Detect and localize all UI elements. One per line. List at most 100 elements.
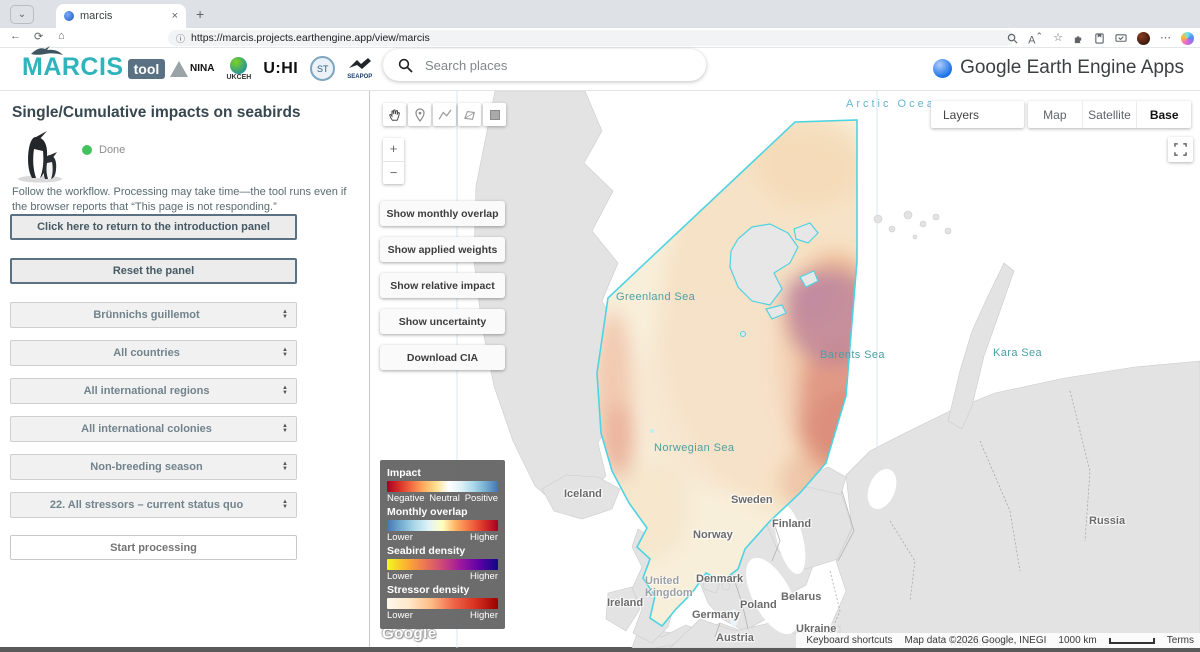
partner-logo-seatrack: ST xyxy=(310,56,335,81)
legend-seabird-gradient xyxy=(387,559,498,570)
profile-avatar[interactable] xyxy=(1137,32,1150,45)
new-tab-button[interactable]: + xyxy=(196,6,204,22)
search-places-bar[interactable]: Search places xyxy=(383,49,706,81)
select-stressors-value: 22. All stressors – current status quo xyxy=(11,499,282,511)
partner-logos: NINA UKCEH U:HI ST SEAPOP xyxy=(170,56,372,81)
pan-hand-tool[interactable] xyxy=(383,103,406,126)
basemap-switcher: Map Satellite Base xyxy=(1028,101,1191,128)
settings-more-icon[interactable]: ⋯ xyxy=(1160,29,1171,47)
url-bar: ← ⟳ ⌂ ⓘ https://marcis.projects.eartheng… xyxy=(0,28,1200,48)
legend-impact-labels: Negative Neutral Positive xyxy=(387,493,498,504)
legend-overlap-title: Monthly overlap xyxy=(387,506,498,518)
ukceh-globe-icon xyxy=(230,57,247,74)
layers-button[interactable]: Layers xyxy=(931,101,1024,128)
marcis-bird-icon xyxy=(30,45,64,58)
spinner-icon: ▲▼ xyxy=(282,348,296,358)
tab-favicon-icon xyxy=(64,11,74,21)
marcis-logo: MARCIS tool xyxy=(22,54,165,80)
earth-engine-globe-icon xyxy=(933,59,952,78)
zoom-page-icon[interactable] xyxy=(1007,33,1018,44)
base-type-button[interactable]: Base xyxy=(1137,101,1191,128)
terms-link[interactable]: Terms xyxy=(1167,635,1194,646)
address-field[interactable]: ⓘ https://marcis.projects.earthengine.ap… xyxy=(168,30,1014,46)
nina-triangle-icon xyxy=(170,61,188,77)
seabird-illustration xyxy=(14,129,66,183)
scale-bar xyxy=(1109,638,1155,644)
partner-logo-seapop: SEAPOP xyxy=(347,58,372,80)
legend-overlap-gradient xyxy=(387,520,498,531)
tab-close-icon[interactable]: × xyxy=(172,10,178,22)
zoom-out-button[interactable]: − xyxy=(383,162,404,185)
read-aloud-icon[interactable]: A⌃ xyxy=(1028,27,1043,50)
select-season[interactable]: Non-breeding season ▲▼ xyxy=(10,454,297,480)
tab-title: marcis xyxy=(80,10,166,22)
legend-overlap-labels: Lower Higher xyxy=(387,532,498,543)
legend-stressor-labels: Lower Higher xyxy=(387,610,498,621)
home-icon[interactable]: ⌂ xyxy=(58,30,65,42)
show-applied-weights-button[interactable]: Show applied weights xyxy=(380,237,505,262)
search-icon xyxy=(398,58,413,73)
select-countries[interactable]: All countries ▲▼ xyxy=(10,340,297,366)
legend-stressor-gradient xyxy=(387,598,498,609)
select-season-value: Non-breeding season xyxy=(11,461,282,473)
keyboard-shortcuts-link[interactable]: Keyboard shortcuts xyxy=(806,635,892,646)
status-dot-icon xyxy=(82,145,92,155)
zoom-in-button[interactable]: + xyxy=(383,138,404,162)
fullscreen-button[interactable] xyxy=(1168,137,1193,162)
seatrack-emblem-icon: ST xyxy=(310,56,335,81)
select-colonies[interactable]: All international colonies ▲▼ xyxy=(10,416,297,442)
favorites-star-icon[interactable]: ☆ xyxy=(1053,29,1063,47)
return-intro-button[interactable]: Click here to return to the introduction… xyxy=(10,214,297,240)
select-stressors[interactable]: 22. All stressors – current status quo ▲… xyxy=(10,492,297,518)
search-placeholder: Search places xyxy=(425,58,507,73)
browser-tab[interactable]: marcis × xyxy=(56,4,186,28)
refresh-icon[interactable]: ⟳ xyxy=(34,30,43,43)
legend-stressor-title: Stressor density xyxy=(387,584,498,596)
partner-logo-nina: NINA xyxy=(170,61,214,77)
sidebar-panel: Single/Cumulative impacts on seabirds Do… xyxy=(0,91,370,648)
select-regions[interactable]: All international regions ▲▼ xyxy=(10,378,297,404)
tab-search-chevron-icon[interactable]: ⌄ xyxy=(10,5,34,24)
scale-text: 1000 km xyxy=(1058,635,1096,646)
start-processing-button[interactable]: Start processing xyxy=(10,535,297,560)
spinner-icon: ▲▼ xyxy=(282,462,296,472)
map-legend: Impact Negative Neutral Positive Monthly… xyxy=(380,460,505,629)
panel-title: Single/Cumulative impacts on seabirds xyxy=(12,104,301,122)
tab-strip: ⌄ marcis × + xyxy=(0,0,1200,28)
marcis-tool-badge: tool xyxy=(128,59,166,79)
browser-window: ⌄ marcis × + ← ⟳ ⌂ ⓘ https://marcis.proj… xyxy=(0,0,1200,652)
marker-tool[interactable] xyxy=(408,103,431,126)
back-icon[interactable]: ← xyxy=(10,30,21,42)
select-regions-value: All international regions xyxy=(11,385,282,397)
map-canvas[interactable]: Arctic OceanGreenland SeaBarents SeaKara… xyxy=(370,91,1200,648)
spinner-icon: ▲▼ xyxy=(282,310,296,320)
legend-impact-gradient xyxy=(387,481,498,492)
satellite-type-button[interactable]: Satellite xyxy=(1083,101,1138,128)
spinner-icon: ▲▼ xyxy=(282,386,296,396)
map-attribution-bar: Keyboard shortcuts Map data ©2026 Google… xyxy=(796,633,1200,648)
download-cia-button[interactable]: Download CIA xyxy=(380,345,505,370)
line-tool[interactable] xyxy=(433,103,456,126)
reset-panel-button[interactable]: Reset the panel xyxy=(10,258,297,284)
rectangle-tool[interactable] xyxy=(483,103,506,126)
legend-seabird-labels: Lower Higher xyxy=(387,571,498,582)
copilot-icon[interactable] xyxy=(1181,32,1194,45)
show-uncertainty-button[interactable]: Show uncertainty xyxy=(380,309,505,334)
polygon-tool[interactable] xyxy=(458,103,481,126)
legend-seabird-title: Seabird density xyxy=(387,545,498,557)
status-row: Done xyxy=(82,144,125,156)
partner-logo-uhi: U:HI xyxy=(263,60,298,78)
extensions-icon[interactable] xyxy=(1073,33,1084,44)
map-type-button[interactable]: Map xyxy=(1028,101,1083,128)
select-colonies-value: All international colonies xyxy=(11,423,282,435)
browser-essentials-icon[interactable] xyxy=(1115,33,1127,44)
drawing-toolbar xyxy=(383,103,506,126)
select-species-value: Brünnichs guillemot xyxy=(11,309,282,321)
seapop-bird-icon xyxy=(348,58,372,74)
show-relative-impact-button[interactable]: Show relative impact xyxy=(380,273,505,298)
select-species[interactable]: Brünnichs guillemot ▲▼ xyxy=(10,302,297,328)
site-info-icon[interactable]: ⓘ xyxy=(176,32,185,45)
show-monthly-overlap-button[interactable]: Show monthly overlap xyxy=(380,201,505,226)
legend-impact-title: Impact xyxy=(387,467,498,479)
collections-icon[interactable] xyxy=(1094,33,1105,44)
